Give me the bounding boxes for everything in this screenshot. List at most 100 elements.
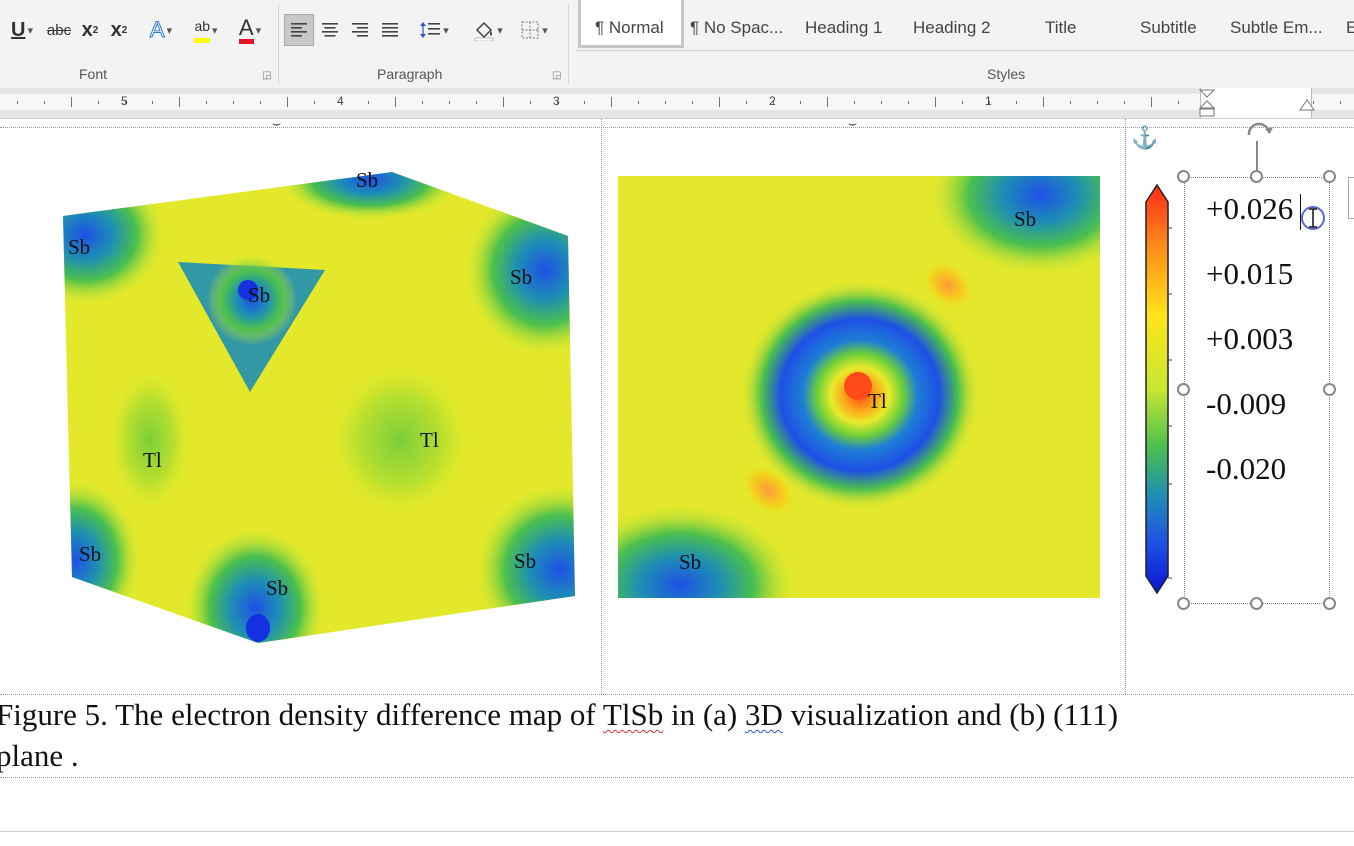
ibeam-cursor-icon bbox=[1301, 206, 1325, 230]
resize-handle[interactable] bbox=[1323, 170, 1336, 183]
ruler-number: 2 bbox=[769, 94, 776, 108]
styles-group-label: Styles bbox=[987, 66, 1026, 82]
font-dialog-launcher-icon[interactable]: ◲ bbox=[262, 70, 271, 81]
highlight-button[interactable]: ab ▾ bbox=[184, 14, 228, 46]
font-group-label: Font bbox=[79, 66, 108, 82]
colorbar[interactable] bbox=[1142, 182, 1172, 596]
font-color-icon: A bbox=[238, 16, 254, 44]
atom-label: Sb bbox=[248, 283, 270, 307]
ruler-tick bbox=[800, 101, 801, 104]
align-right-icon bbox=[352, 23, 368, 37]
resize-handle[interactable] bbox=[1177, 383, 1190, 396]
grammar-flagged-word[interactable]: 3D bbox=[745, 697, 783, 732]
layout-options-button[interactable] bbox=[1348, 177, 1354, 219]
panel-b-111-plane-map[interactable]: Sb Tl Sb bbox=[617, 175, 1101, 599]
atom-label: Sb bbox=[514, 549, 536, 573]
ruler-tick bbox=[719, 97, 720, 107]
atom-label: Sb bbox=[510, 265, 532, 289]
ruler-tick bbox=[152, 101, 153, 104]
right-indent-marker-icon[interactable] bbox=[1298, 98, 1316, 116]
line-spacing-icon bbox=[420, 22, 441, 38]
hanging-indent-marker-icon[interactable] bbox=[1198, 88, 1216, 118]
ruler-tick bbox=[530, 101, 531, 104]
superscript-button[interactable]: x2 bbox=[106, 14, 132, 46]
style-title[interactable]: Title bbox=[1045, 18, 1077, 42]
text-effects-icon: A bbox=[149, 17, 165, 43]
justify-button[interactable] bbox=[376, 14, 404, 46]
figure-caption[interactable]: Figure 5. The electron density differenc… bbox=[0, 694, 1354, 776]
ruler-tick bbox=[206, 101, 207, 104]
spelling-flagged-word[interactable]: TlSb bbox=[603, 697, 663, 732]
resize-handle[interactable] bbox=[1323, 597, 1336, 610]
atom-label: Sb bbox=[1014, 207, 1036, 231]
atom-label: Sb bbox=[79, 542, 101, 566]
colorbar-label: +0.003 bbox=[1206, 321, 1294, 356]
ruler-tick bbox=[611, 97, 612, 107]
resize-handle[interactable] bbox=[1177, 597, 1190, 610]
resize-handle[interactable] bbox=[1250, 597, 1263, 610]
atom-label: Tl bbox=[868, 389, 887, 413]
ruler-tick bbox=[449, 101, 450, 104]
ruler-tick bbox=[314, 101, 315, 104]
resize-handle[interactable] bbox=[1250, 170, 1263, 183]
ruler-tick bbox=[1124, 101, 1125, 104]
align-left-button[interactable] bbox=[284, 14, 314, 46]
ruler-tick bbox=[584, 101, 585, 104]
table-gridline bbox=[601, 119, 602, 694]
atom-label: Sb bbox=[266, 576, 288, 600]
font-color-button[interactable]: A ▾ bbox=[228, 14, 272, 46]
atom-label: Sb bbox=[68, 235, 90, 259]
ruler-tick bbox=[476, 101, 477, 104]
ruler-tick bbox=[233, 101, 234, 104]
borders-button[interactable]: ▾ bbox=[512, 14, 556, 46]
ruler-tick bbox=[368, 101, 369, 104]
atom-label: Sb bbox=[356, 168, 378, 192]
ruler-number: 3 bbox=[553, 94, 560, 108]
ruler-tick bbox=[44, 101, 45, 104]
ruler-tick bbox=[71, 97, 72, 107]
resize-handle[interactable] bbox=[1323, 383, 1336, 396]
ruler-tick bbox=[422, 101, 423, 104]
line-spacing-button[interactable]: ▾ bbox=[412, 14, 456, 46]
subscript-button[interactable]: x2 bbox=[78, 14, 102, 46]
group-separator bbox=[278, 4, 279, 84]
underline-button[interactable]: U ▾ bbox=[2, 14, 42, 46]
ruler-number: 4 bbox=[337, 94, 344, 108]
colorbar-label: +0.026 bbox=[1206, 191, 1294, 226]
ruler-tick bbox=[1151, 97, 1152, 107]
align-center-button[interactable] bbox=[316, 14, 344, 46]
chevron-down-icon: ▾ bbox=[27, 24, 33, 37]
horizontal-ruler[interactable]: 5 4 3 2 1 bbox=[0, 88, 1354, 119]
ruler-tick bbox=[854, 101, 855, 104]
text-effects-button[interactable]: A ▾ bbox=[140, 14, 182, 46]
ruler-tick bbox=[665, 101, 666, 104]
ruler-tick bbox=[881, 101, 882, 104]
style-gallery-overflow: E bbox=[1346, 18, 1354, 37]
rotate-handle-icon[interactable] bbox=[1243, 115, 1275, 143]
paragraph-dialog-launcher-icon[interactable]: ◲ bbox=[552, 70, 561, 81]
chevron-down-icon: ▾ bbox=[255, 24, 262, 37]
borders-icon bbox=[521, 21, 539, 39]
style-heading-1[interactable]: Heading 1 bbox=[805, 18, 883, 42]
resize-handle[interactable] bbox=[1177, 170, 1190, 183]
chevron-down-icon: ▾ bbox=[166, 24, 173, 37]
style-no-spacing[interactable]: ¶ No Spac... bbox=[690, 18, 783, 42]
paint-bucket-icon bbox=[474, 21, 494, 41]
ruler-tick bbox=[638, 101, 639, 104]
anchor-icon[interactable]: ⚓ bbox=[1131, 125, 1158, 151]
atom-label: Sb bbox=[679, 550, 701, 574]
ruler-tick bbox=[746, 101, 747, 104]
atom-label: Tl bbox=[143, 448, 162, 472]
atom-label: Tl bbox=[420, 428, 439, 452]
style-subtle-emphasis[interactable]: Subtle Em... bbox=[1230, 18, 1323, 42]
shading-button[interactable]: ▾ bbox=[466, 14, 510, 46]
style-heading-2[interactable]: Heading 2 bbox=[913, 18, 991, 42]
strikethrough-button[interactable]: abc bbox=[44, 14, 74, 46]
align-right-button[interactable] bbox=[346, 14, 374, 46]
ruler-tick bbox=[1097, 101, 1098, 104]
panel-a-3d-density-map[interactable]: Sb Sb Sb Sb Tl Tl Sb Sb Sb bbox=[55, 164, 585, 649]
ruler-tick bbox=[503, 97, 504, 107]
style-subtitle[interactable]: Subtitle bbox=[1140, 18, 1197, 42]
style-normal[interactable]: ¶ Normal bbox=[578, 0, 684, 48]
ruler-tick bbox=[17, 101, 18, 104]
